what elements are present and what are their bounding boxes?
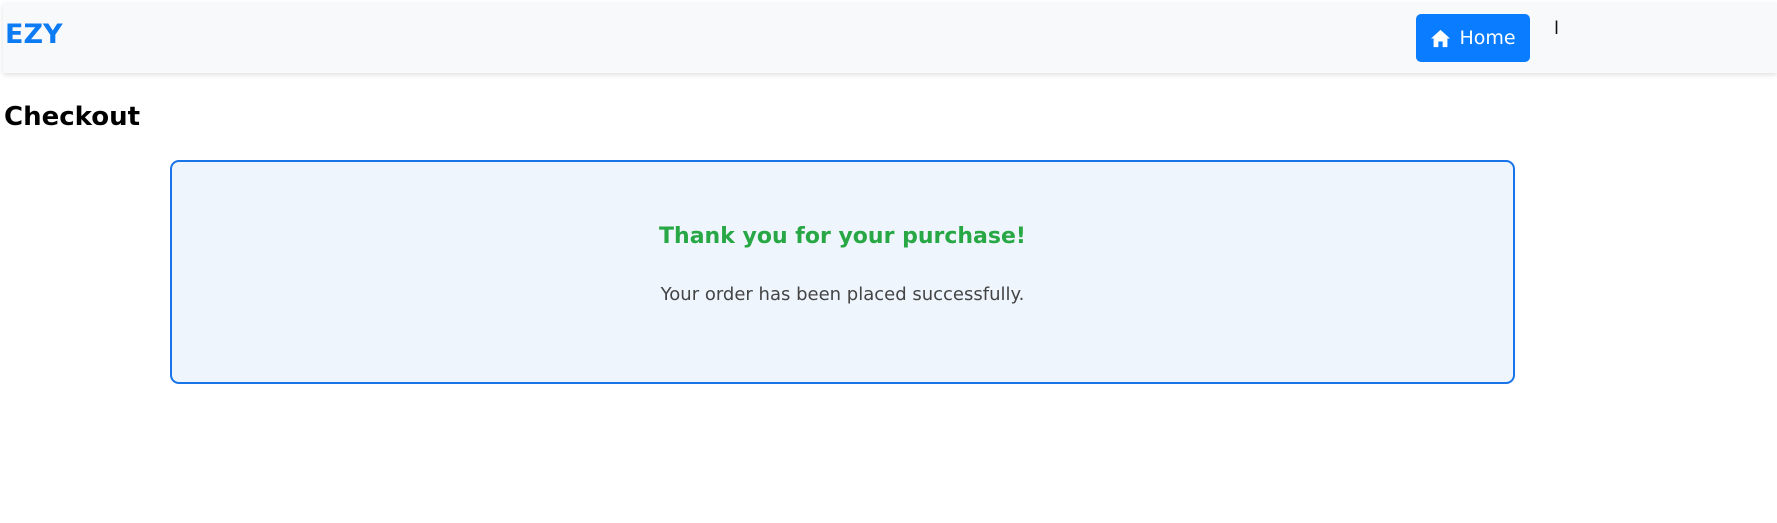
order-confirmation-card: Thank you for your purchase! Your order … [170,160,1515,384]
home-button[interactable]: Home [1416,14,1530,62]
confirmation-heading: Thank you for your purchase! [659,224,1026,249]
page-title: Checkout [4,102,141,132]
brand-logo[interactable]: EZY [5,18,63,52]
home-button-label: Home [1459,27,1516,49]
home-icon [1430,29,1451,48]
top-navbar: EZY Home l [3,3,1777,73]
confirmation-message: Your order has been placed successfully. [660,284,1025,305]
nav-extra-text[interactable]: l [1554,16,1559,42]
